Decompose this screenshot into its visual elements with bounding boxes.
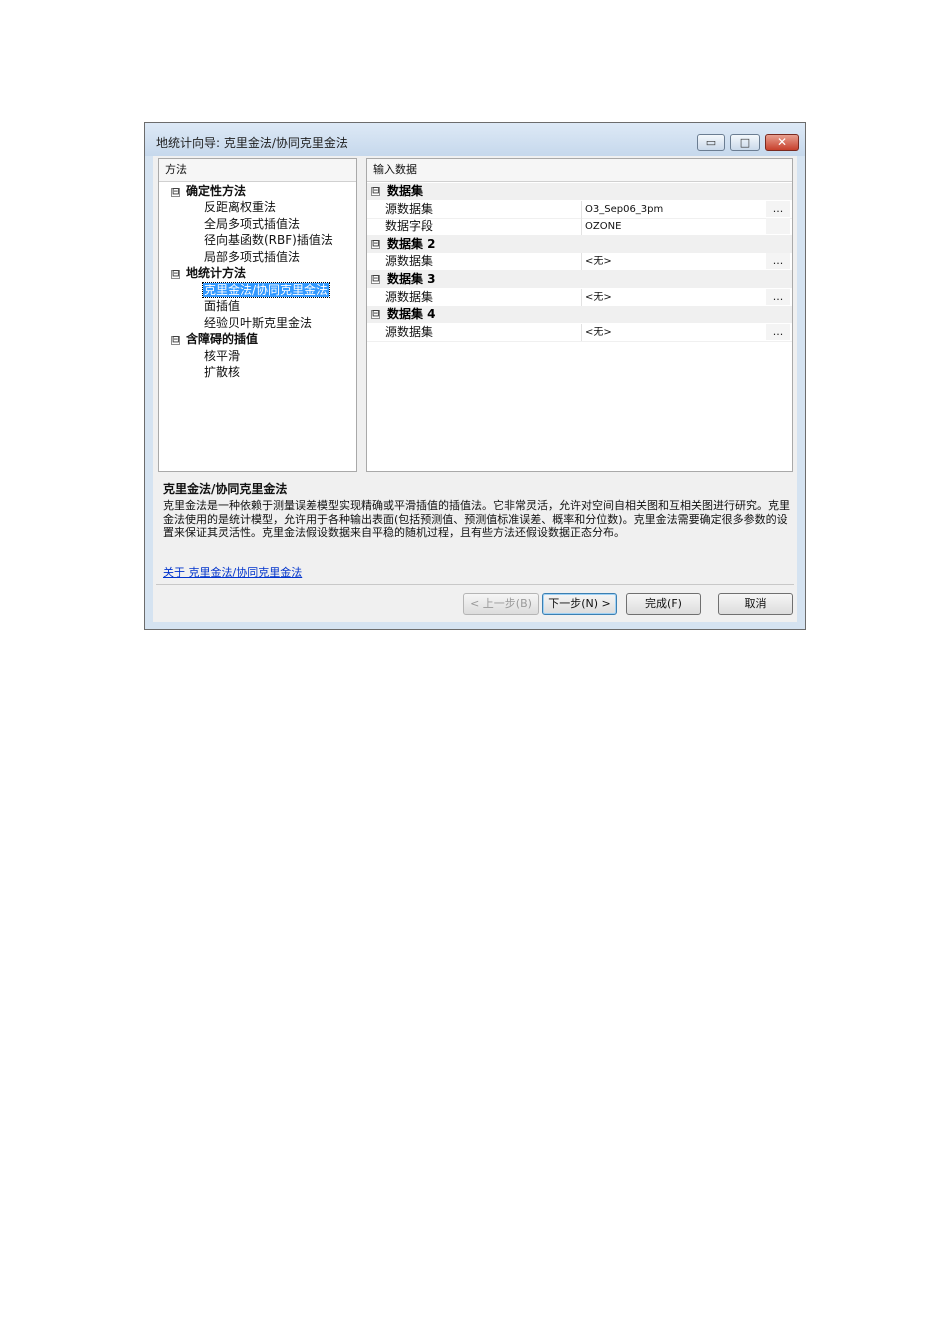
group-label: 数据集 4 <box>387 307 436 321</box>
divider <box>156 584 794 585</box>
dialog-client-area: 方法 ⊟ 确定性方法 反距离权重法 全局多项式插值法 径向基函数(RBF)插值法 … <box>153 156 797 622</box>
tree-item-diffusion-kernel[interactable]: 扩散核 <box>204 364 240 380</box>
dropdown-button[interactable] <box>766 218 790 234</box>
column-divider <box>581 288 582 306</box>
collapse-icon[interactable]: ⊟ <box>371 275 380 284</box>
column-divider <box>581 218 582 235</box>
property-name: 源数据集 <box>385 201 434 216</box>
minimize-icon: ▭ <box>705 136 717 149</box>
collapse-icon[interactable]: ⊟ <box>171 270 180 279</box>
group-dataset-2[interactable]: ⊟ 数据集 2 <box>367 235 792 253</box>
browse-button[interactable]: ... <box>766 288 790 305</box>
next-button[interactable]: 下一步(N) > <box>542 593 617 615</box>
collapse-icon[interactable]: ⊟ <box>371 239 380 249</box>
input-data-header: 输入数据 <box>367 159 792 182</box>
column-divider <box>581 323 582 341</box>
close-button[interactable]: ✕ <box>765 134 799 151</box>
cancel-button[interactable]: 取消 <box>718 593 793 615</box>
tree-item-kernel-smoothing[interactable]: 核平滑 <box>204 348 240 364</box>
description-text: 克里金法是一种依赖于测量误差模型实现精确或平滑插值的插值法。它非常灵活，允许对空… <box>163 499 790 539</box>
property-row[interactable]: 源数据集 O3_Sep06_3pm ... <box>367 200 792 219</box>
tree-item-global-polynomial[interactable]: 全局多项式插值法 <box>204 216 300 232</box>
tree-item-kriging[interactable]: 克里金法/协同克里金法 <box>201 281 331 298</box>
property-value[interactable]: <无> <box>585 324 612 341</box>
tree-category-geostatistical[interactable]: ⊟ 地统计方法 <box>171 265 246 281</box>
group-dataset-3[interactable]: ⊟ 数据集 3 <box>367 271 792 288</box>
tree-category-label: 含障碍的插值 <box>186 332 259 346</box>
property-row[interactable]: 源数据集 <无> ... <box>367 288 792 307</box>
tree-item-idw[interactable]: 反距离权重法 <box>204 199 276 215</box>
column-divider <box>581 200 582 218</box>
tree-item-areal-interpolation[interactable]: 面插值 <box>204 298 240 314</box>
collapse-icon[interactable]: ⊟ <box>171 188 180 197</box>
tree-category-label: 确定性方法 <box>186 184 247 198</box>
back-button[interactable]: < 上一步(B) <box>463 593 539 615</box>
property-value[interactable]: <无> <box>585 253 612 270</box>
group-dataset-4[interactable]: ⊟ 数据集 4 <box>367 306 792 323</box>
group-label: 数据集 3 <box>387 272 436 286</box>
property-value[interactable]: OZONE <box>585 218 621 235</box>
property-name: 源数据集 <box>385 254 434 268</box>
geostatistical-wizard-dialog: 地统计向导: 克里金法/协同克里金法 ▭ □ ✕ 方法 ⊟ 确定性方法 反距离权重… <box>144 122 806 630</box>
property-row[interactable]: 源数据集 <无> ... <box>367 253 792 271</box>
input-data-pane: 输入数据 ⊟ 数据集 源数据集 O3_Sep06_3pm ... 数据字段 OZ… <box>366 158 793 472</box>
collapse-icon[interactable]: ⊟ <box>371 187 380 196</box>
collapse-icon[interactable]: ⊟ <box>171 336 180 345</box>
tree-item-ebk[interactable]: 经验贝叶斯克里金法 <box>204 315 312 331</box>
property-value[interactable]: O3_Sep06_3pm <box>585 201 663 218</box>
collapse-icon[interactable]: ⊟ <box>371 310 380 319</box>
tree-item-local-polynomial[interactable]: 局部多项式插值法 <box>204 249 300 265</box>
window-title: 地统计向导: 克里金法/协同克里金法 <box>156 136 348 150</box>
finish-button[interactable]: 完成(F) <box>626 593 701 615</box>
close-icon: ✕ <box>776 135 788 149</box>
maximize-button[interactable]: □ <box>730 134 760 151</box>
group-dataset-1[interactable]: ⊟ 数据集 <box>367 183 792 200</box>
property-name: 数据字段 <box>385 219 434 233</box>
selected-item-label: 克里金法/协同克里金法 <box>201 281 331 298</box>
about-method-link[interactable]: 关于 克里金法/协同克里金法 <box>163 564 302 580</box>
browse-button[interactable]: ... <box>766 200 790 217</box>
property-value[interactable]: <无> <box>585 289 612 306</box>
group-label: 数据集 <box>387 184 424 198</box>
property-row[interactable]: 源数据集 <无> ... <box>367 323 792 342</box>
description-title: 克里金法/协同克里金法 <box>163 482 288 496</box>
tree-category-deterministic[interactable]: ⊟ 确定性方法 <box>171 183 246 199</box>
resize-grip-icon[interactable] <box>785 610 795 620</box>
minimize-button[interactable]: ▭ <box>697 134 725 151</box>
property-name: 源数据集 <box>385 324 434 339</box>
tree-category-barrier[interactable]: ⊟ 含障碍的插值 <box>171 331 258 347</box>
methods-pane: 方法 ⊟ 确定性方法 反距离权重法 全局多项式插值法 径向基函数(RBF)插值法 … <box>158 158 357 472</box>
methods-header: 方法 <box>159 159 356 182</box>
tree-category-label: 地统计方法 <box>186 266 247 280</box>
property-name: 源数据集 <box>385 289 434 304</box>
title-bar: 地统计向导: 克里金法/协同克里金法 ▭ □ ✕ <box>145 123 805 156</box>
tree-item-rbf[interactable]: 径向基函数(RBF)插值法 <box>204 232 333 248</box>
browse-button[interactable]: ... <box>766 323 790 340</box>
maximize-icon: □ <box>739 136 751 149</box>
property-row[interactable]: 数据字段 OZONE <box>367 218 792 236</box>
group-label: 数据集 2 <box>387 236 436 251</box>
column-divider <box>581 253 582 270</box>
browse-button[interactable]: ... <box>766 253 790 269</box>
